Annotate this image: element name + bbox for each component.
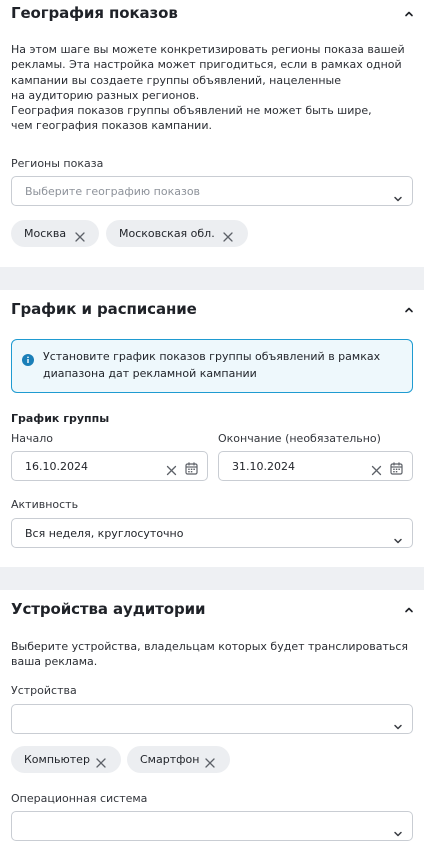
geo-section: География показов На этом шаге вы можете… <box>0 0 424 267</box>
device-chip-label: Смартфон <box>140 753 200 766</box>
chevron-up-icon[interactable] <box>404 605 414 615</box>
chevron-up-icon[interactable] <box>404 9 414 19</box>
region-chip-label: Московская обл. <box>119 227 215 240</box>
section-divider <box>0 567 424 590</box>
group-schedule-label: График группы <box>11 412 110 425</box>
chevron-up-icon[interactable] <box>404 305 414 315</box>
devices-section: Устройства аудитории Выберите устройства… <box>0 590 424 855</box>
devices-select[interactable] <box>11 704 413 734</box>
geo-description: На этом шаге вы можете конкретизировать … <box>11 43 405 133</box>
activity-label: Активность <box>11 498 79 511</box>
chevron-down-icon <box>393 716 403 730</box>
os-label: Операционная система <box>11 792 148 805</box>
start-date-input[interactable]: 16.10.2024 <box>11 451 208 481</box>
regions-label: Регионы показа <box>11 157 104 170</box>
close-icon[interactable] <box>222 228 234 242</box>
activity-select[interactable]: Вся неделя, круглосуточно <box>11 518 413 548</box>
section-divider <box>0 267 424 290</box>
chevron-down-icon <box>393 188 403 202</box>
schedule-title: График и расписание <box>11 300 197 318</box>
regions-select[interactable]: Выберите географию показов <box>11 176 413 206</box>
end-date-value: 31.10.2024 <box>232 460 295 473</box>
region-chip: Москва <box>11 220 99 247</box>
close-icon[interactable] <box>371 461 382 476</box>
device-chip: Смартфон <box>127 746 230 773</box>
info-text: Установите график показов группы объявле… <box>43 350 381 380</box>
info-icon <box>22 351 34 366</box>
activity-value: Вся неделя, круглосуточно <box>25 527 184 540</box>
devices-description: Выберите устройства, владельцам которых … <box>11 640 409 669</box>
devices-label: Устройства <box>11 684 77 697</box>
close-icon[interactable] <box>204 754 216 768</box>
device-chip-label: Компьютер <box>24 753 90 766</box>
chevron-down-icon <box>393 530 403 544</box>
geo-title: География показов <box>11 4 178 22</box>
devices-title: Устройства аудитории <box>11 600 206 618</box>
region-chip: Московская обл. <box>106 220 248 247</box>
end-date-input[interactable]: 31.10.2024 <box>218 451 413 481</box>
calendar-icon[interactable] <box>185 460 198 475</box>
start-label: Начало <box>11 432 54 445</box>
calendar-icon[interactable] <box>390 460 403 475</box>
start-date-value: 16.10.2024 <box>25 460 88 473</box>
region-chip-label: Москва <box>24 227 67 240</box>
close-icon[interactable] <box>95 754 107 768</box>
os-select[interactable] <box>11 811 413 841</box>
regions-placeholder: Выберите географию показов <box>25 185 201 198</box>
device-chip: Компьютер <box>11 746 121 773</box>
end-label: Окончание (необязательно) <box>218 432 381 445</box>
chevron-down-icon <box>393 823 403 837</box>
close-icon[interactable] <box>166 461 177 476</box>
close-icon[interactable] <box>74 228 86 242</box>
schedule-info-alert: Установите график показов группы объявле… <box>11 339 413 393</box>
